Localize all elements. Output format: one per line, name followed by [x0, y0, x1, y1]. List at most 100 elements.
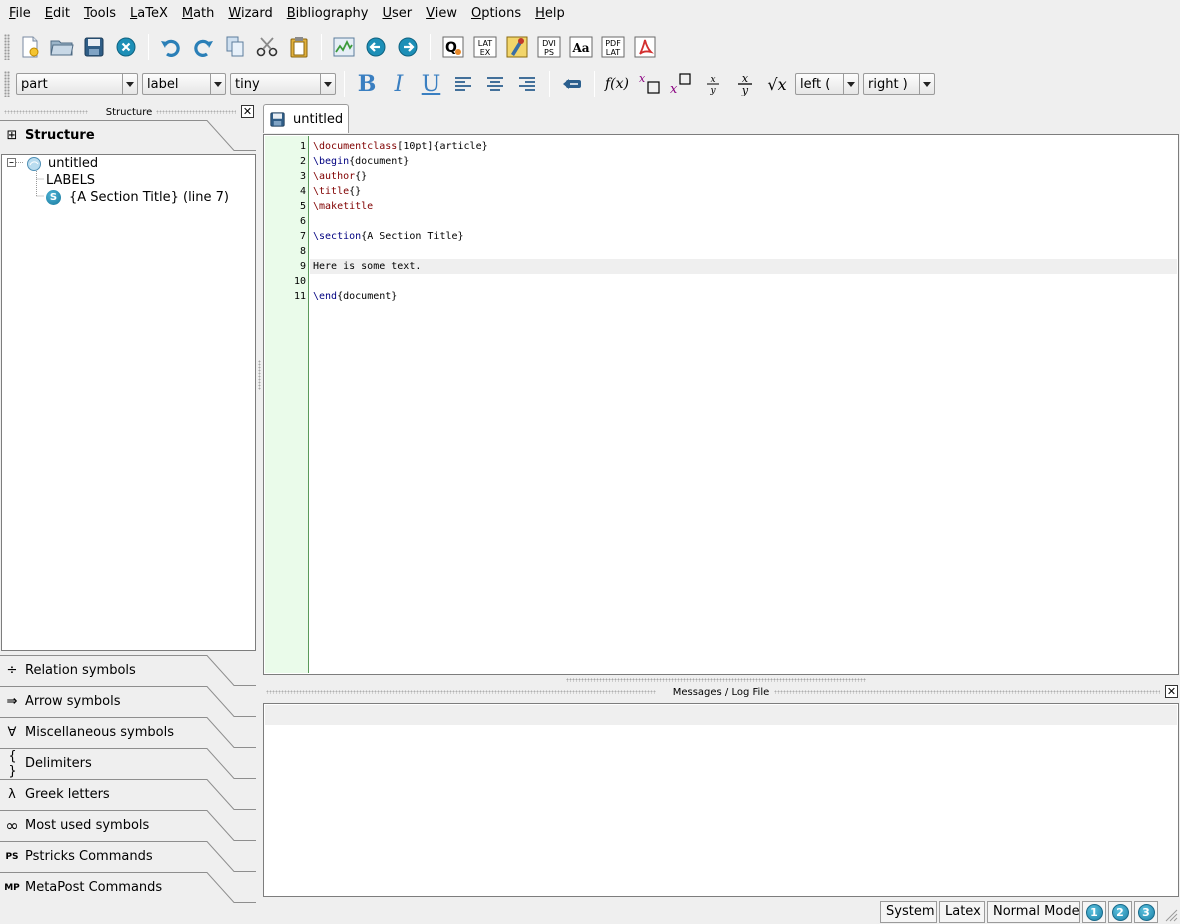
messages-dock-header[interactable]: Messages / Log File ✕: [262, 684, 1180, 700]
code-line[interactable]: \end{document}: [310, 289, 1177, 304]
fraction-button[interactable]: xy: [698, 71, 728, 97]
status-latex[interactable]: Latex: [939, 901, 985, 923]
close-icon[interactable]: ✕: [241, 105, 254, 118]
open-file-button[interactable]: [49, 34, 75, 60]
tab-relation-symbols[interactable]: ÷ Relation symbols: [0, 655, 258, 686]
code-line[interactable]: Here is some text.: [310, 259, 1177, 274]
bookmark-2-button[interactable]: 2: [1108, 901, 1132, 923]
menu-options[interactable]: Options: [464, 0, 528, 27]
code-line[interactable]: \documentclass[10pt]{article}: [310, 139, 1177, 154]
math-mode-button[interactable]: f(x): [602, 71, 632, 97]
code-line[interactable]: \author{}: [310, 169, 1177, 184]
superscript-button[interactable]: x: [666, 71, 696, 97]
code-line[interactable]: \section{A Section Title}: [310, 229, 1177, 244]
sqrt-button[interactable]: √x: [762, 71, 792, 97]
resize-grip-icon[interactable]: [1162, 906, 1178, 922]
copy-button[interactable]: [222, 34, 248, 60]
left-delimiter-combo[interactable]: left (: [795, 73, 859, 95]
toolbar-separator: [321, 34, 322, 60]
menu-math[interactable]: Math: [175, 0, 222, 27]
menu-user[interactable]: User: [375, 0, 419, 27]
code-line[interactable]: \begin{document}: [310, 154, 1177, 169]
code-editor[interactable]: 1 2 3 4 5 6 7 8 9 10 11 \documentclass[10pt]{artic…: [263, 134, 1179, 675]
menu-view[interactable]: View: [419, 0, 464, 27]
right-delimiter-combo[interactable]: right ): [863, 73, 935, 95]
redo-button[interactable]: [190, 34, 216, 60]
structure-combo-value: part: [21, 76, 48, 92]
line-number: 4: [299, 186, 306, 197]
size-combo[interactable]: tiny: [230, 73, 336, 95]
graph-icon: [333, 37, 355, 57]
code-line[interactable]: [310, 274, 1177, 289]
code-keyword: \maketitle: [313, 201, 374, 212]
italic-button[interactable]: I: [384, 71, 414, 97]
subscript-button[interactable]: x: [634, 71, 664, 97]
undo-button[interactable]: [158, 34, 184, 60]
tab-greek-letters[interactable]: λ Greek letters: [0, 779, 258, 810]
tab-pstricks-commands[interactable]: PS Pstricks Commands: [0, 841, 258, 872]
tab-delimiters[interactable]: { } Delimiters: [0, 748, 258, 779]
dfrac-button[interactable]: xy: [730, 71, 760, 97]
toolbar-grip[interactable]: [4, 71, 10, 97]
save-button[interactable]: [81, 34, 107, 60]
splitter-handle[interactable]: [258, 360, 261, 390]
status-mode[interactable]: Normal Mode: [987, 901, 1080, 923]
align-left-button[interactable]: [448, 71, 478, 97]
new-line-button[interactable]: [557, 71, 587, 97]
view-dvi-button[interactable]: [504, 34, 530, 60]
tree-root[interactable]: untitled: [26, 155, 98, 172]
quick-build-button[interactable]: [331, 34, 357, 60]
structure-tree[interactable]: untitled LABELS S {A Section Title} (lin…: [1, 154, 256, 651]
previous-button[interactable]: [363, 34, 389, 60]
new-file-button[interactable]: [17, 34, 43, 60]
view-ps-button[interactable]: Aa: [568, 34, 594, 60]
paste-button[interactable]: [286, 34, 312, 60]
align-right-button[interactable]: [512, 71, 542, 97]
menu-bibliography[interactable]: Bibliography: [280, 0, 376, 27]
tab-arrow-symbols[interactable]: ⇒ Arrow symbols: [0, 686, 258, 717]
tab-metapost-commands[interactable]: MP MetaPost Commands: [0, 872, 258, 903]
align-center-button[interactable]: [480, 71, 510, 97]
tab-most-used-symbols[interactable]: ∞ Most used symbols: [0, 810, 258, 841]
view-log-button[interactable]: Q: [440, 34, 466, 60]
code-area[interactable]: \documentclass[10pt]{article} \begin{docu…: [310, 136, 1177, 673]
close-file-button[interactable]: [113, 34, 139, 60]
underline-button[interactable]: U: [416, 71, 446, 97]
code-line[interactable]: [310, 214, 1177, 229]
bold-button[interactable]: B: [352, 71, 382, 97]
splitter-handle[interactable]: [566, 678, 866, 682]
code-line[interactable]: \title{}: [310, 184, 1177, 199]
svg-text:LAT: LAT: [606, 48, 620, 57]
cut-button[interactable]: [254, 34, 280, 60]
tree-labels[interactable]: LABELS: [46, 172, 95, 189]
tree-section[interactable]: S {A Section Title} (line 7): [46, 189, 229, 206]
structure-combo[interactable]: part: [16, 73, 138, 95]
code-line[interactable]: [310, 244, 1177, 259]
toolbar-separator: [148, 34, 149, 60]
close-icon[interactable]: ✕: [1165, 685, 1178, 698]
main-toolbar: Q LAT EX DVI PS Aa PDF LAT: [0, 28, 1180, 66]
bookmark-1-button[interactable]: 1: [1082, 901, 1106, 923]
tab-structure[interactable]: ⊞ Structure: [0, 120, 258, 151]
editor-tab-untitled[interactable]: untitled: [263, 104, 349, 133]
structure-dock-header[interactable]: Structure ✕: [0, 104, 258, 120]
menu-file[interactable]: File: [2, 0, 38, 27]
tab-miscellaneous-symbols[interactable]: ∀ Miscellaneous symbols: [0, 717, 258, 748]
menu-help[interactable]: Help: [528, 0, 572, 27]
menu-latex[interactable]: LaTeX: [123, 0, 175, 27]
toolbar-grip[interactable]: [4, 34, 10, 60]
align-left-icon: [455, 77, 471, 91]
bookmark-3-button[interactable]: 3: [1134, 901, 1158, 923]
pdflatex-button[interactable]: PDF LAT: [600, 34, 626, 60]
view-pdf-button[interactable]: [632, 34, 658, 60]
messages-log[interactable]: [263, 703, 1179, 897]
status-system[interactable]: System: [880, 901, 937, 923]
latex-button[interactable]: LAT EX: [472, 34, 498, 60]
next-button[interactable]: [395, 34, 421, 60]
dvips-button[interactable]: DVI PS: [536, 34, 562, 60]
menu-edit[interactable]: Edit: [38, 0, 77, 27]
menu-tools[interactable]: Tools: [77, 0, 123, 27]
menu-wizard[interactable]: Wizard: [221, 0, 279, 27]
code-line[interactable]: \maketitle: [310, 199, 1177, 214]
label-combo[interactable]: label: [142, 73, 226, 95]
